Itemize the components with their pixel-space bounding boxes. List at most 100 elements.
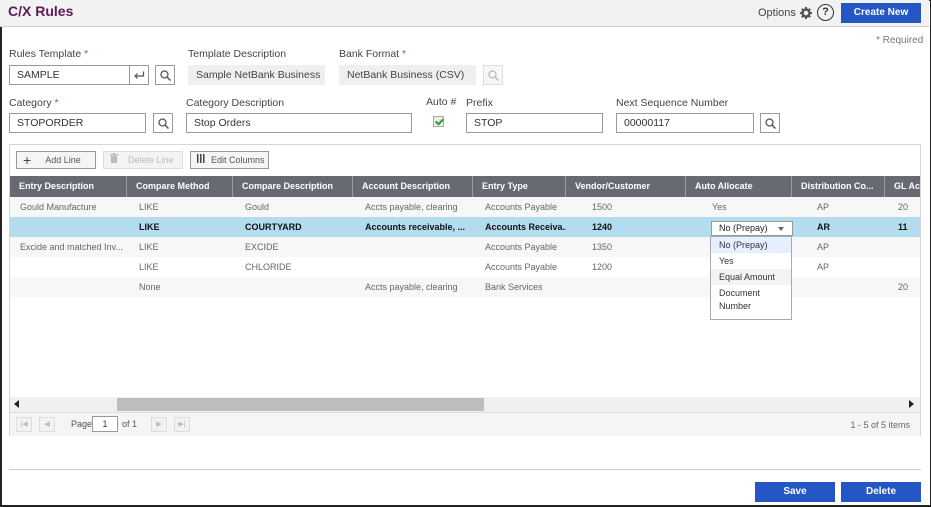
page-header: C/X Rules Options ? Create New (0, 0, 929, 27)
options-label: Options (758, 7, 796, 19)
dropdown-option[interactable]: Document Number (711, 285, 771, 313)
edit-columns-label: Edit Columns (211, 155, 265, 165)
cell-gl-account: 11 (898, 222, 908, 232)
cell-entry-type: Accounts Payable (485, 262, 558, 272)
next-sequence-number-input[interactable]: 00000117 (616, 113, 754, 133)
category-description-input[interactable]: Stop Orders (186, 113, 412, 133)
bank-format-label: Bank Format * (339, 48, 407, 60)
scroll-right-icon[interactable] (909, 400, 914, 408)
dropdown-option[interactable]: Equal Amount (711, 269, 791, 285)
enter-icon[interactable] (129, 65, 149, 85)
chevron-down-icon (778, 227, 784, 231)
delete-line-label: Delete Line (128, 155, 174, 165)
cell-compare-method: None (139, 282, 161, 292)
prev-page-icon: ◀ (39, 417, 55, 432)
cell-compare-method: LIKE (139, 222, 160, 232)
auto-number-checkbox[interactable] (433, 116, 444, 127)
column-header[interactable]: Compare Description (233, 176, 353, 197)
cell-account-description (355, 257, 473, 277)
search-icon (487, 70, 499, 82)
cell-compare-method: LIKE (139, 262, 159, 272)
cell-account-description: Accts payable, clearing (365, 202, 458, 212)
prefix-input[interactable]: STOP (466, 113, 603, 133)
column-header[interactable]: Vendor/Customer (566, 176, 686, 197)
cell-compare-method: LIKE (139, 202, 159, 212)
create-new-button[interactable]: Create New (841, 3, 921, 23)
category-search-button[interactable] (153, 113, 173, 133)
cell-entry-type: Accounts Payable (485, 202, 558, 212)
column-header[interactable]: Entry Type (473, 176, 566, 197)
first-page-icon: |◀ (16, 417, 32, 432)
help-icon[interactable]: ? (817, 4, 834, 21)
page-number-input[interactable]: 1 (92, 416, 118, 432)
cell-auto-allocate: Yes (712, 202, 727, 212)
cell-compare-description: COURTYARD (245, 222, 302, 232)
cell-account-description: Accounts receivable, ... (365, 222, 466, 232)
cell-entry-description: Gould Manufacture (20, 202, 97, 212)
category-label: Category * (9, 97, 59, 109)
column-header[interactable]: Auto Allocate (686, 176, 792, 197)
cell-gl-account: 20 (898, 282, 909, 292)
search-icon (764, 118, 776, 130)
cell-distribution-code: AR (817, 222, 830, 232)
scrollbar-thumb[interactable] (117, 398, 484, 411)
dropdown-option[interactable]: Yes (711, 253, 791, 269)
sequence-search-button[interactable] (760, 113, 780, 133)
column-header[interactable]: Compare Method (127, 176, 233, 197)
delete-button[interactable]: Delete (841, 482, 921, 502)
auto-allocate-options: No (Prepay) Yes Equal Amount Document Nu… (710, 236, 792, 320)
save-button[interactable]: Save (755, 482, 835, 502)
cell-compare-description: EXCIDE (245, 242, 279, 252)
cell-vendor-customer: 1350 (592, 242, 613, 252)
auto-allocate-select[interactable]: No (Prepay) (711, 221, 793, 236)
template-description-field: Sample NetBank Business (C (188, 65, 325, 85)
add-line-label: Add Line (45, 155, 81, 165)
rules-template-input[interactable]: SAMPLE (9, 65, 130, 85)
column-header[interactable]: Account Description (353, 176, 473, 197)
search-icon (159, 70, 171, 82)
auto-number-label: Auto # (426, 96, 457, 108)
next-sequence-number-label: Next Sequence Number (616, 97, 729, 109)
cell-compare-method: LIKE (139, 242, 159, 252)
rules-grid: + Add Line Delete Line Edit Columns Entr… (9, 144, 921, 436)
cell-vendor-customer: 1500 (592, 202, 613, 212)
cell-entry-description: Excide and matched Inv... (20, 242, 123, 252)
rules-template-search-button[interactable] (155, 65, 175, 85)
category-description-label: Category Description (186, 97, 285, 109)
cell-account-description (355, 237, 473, 257)
page-of-label: of 1 (122, 419, 138, 429)
cell-distribution-code: AP (817, 202, 830, 212)
add-line-button[interactable]: + Add Line (16, 151, 96, 169)
trash-icon (110, 152, 118, 168)
gear-icon (799, 7, 812, 19)
cell-entry-description (10, 277, 127, 297)
items-count: 1 - 5 of 5 items (850, 420, 910, 430)
search-icon (157, 118, 169, 130)
rules-template-label: Rules Template * (9, 48, 89, 60)
horizontal-scrollbar[interactable] (10, 397, 920, 412)
scroll-left-icon[interactable] (14, 400, 19, 408)
cell-compare-description: Gould (245, 202, 270, 212)
prefix-label: Prefix (466, 97, 493, 109)
column-header[interactable]: GL Ac (885, 176, 920, 197)
column-header[interactable]: Entry Description (10, 176, 127, 197)
category-input[interactable]: STOPORDER (9, 113, 146, 133)
options-menu[interactable]: Options (758, 7, 812, 19)
column-header[interactable]: Distribution Co... (792, 176, 885, 197)
cell-compare-description: CHLORIDE (245, 262, 292, 272)
grid-toolbar: + Add Line Delete Line Edit Columns (10, 145, 920, 177)
cell-entry-description (10, 257, 127, 277)
bank-format-search-button (483, 65, 503, 85)
plus-icon: + (23, 152, 32, 168)
dropdown-option[interactable]: No (Prepay) (711, 237, 791, 253)
cell-entry-type: Accounts Payable (485, 242, 558, 252)
table-row[interactable]: Gould Manufacture LIKE Gould Accts payab… (10, 197, 920, 217)
template-description-label: Template Description (188, 48, 287, 60)
grid-header: Entry Description Compare Method Compare… (10, 176, 920, 197)
auto-allocate-selected-value: No (Prepay) (719, 223, 768, 233)
page-title: C/X Rules (8, 3, 74, 19)
last-page-icon: ▶| (174, 417, 190, 432)
cell-vendor-customer: 1200 (592, 262, 613, 272)
cell-entry-description (10, 217, 127, 237)
edit-columns-button[interactable]: Edit Columns (190, 151, 269, 169)
